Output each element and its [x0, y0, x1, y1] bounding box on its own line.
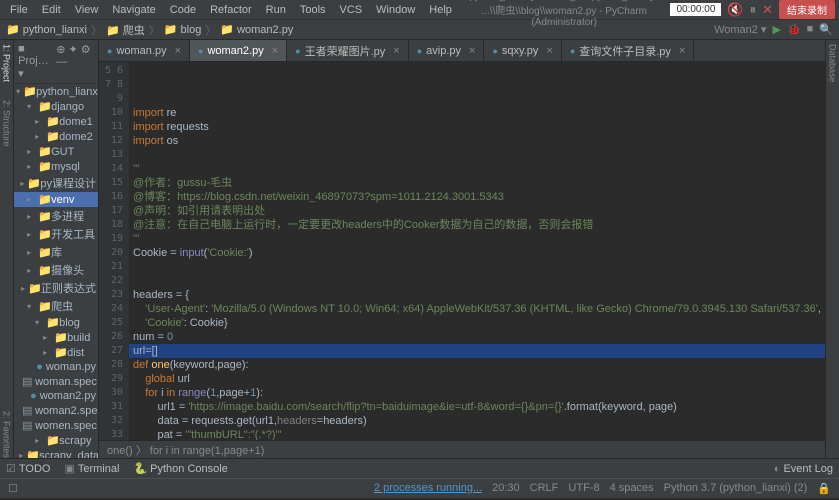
tree-item[interactable]: ▸📁dist [14, 345, 98, 360]
interpreter[interactable]: Python 3.7 (python_lianxi) (2) [664, 482, 808, 495]
main-area: 1: Project 2: Structure 2: Favorites ■ P… [0, 40, 839, 458]
editor: ●woman.py×●woman2.py×●王者荣耀图片.py×●avip.py… [99, 40, 825, 458]
tree-item[interactable]: ▤woman.spec [14, 374, 98, 389]
pause-icon[interactable]: ⏸ [750, 2, 757, 18]
debug-icon[interactable]: 🐞 [787, 23, 801, 36]
menu-file[interactable]: File [4, 2, 34, 18]
indent[interactable]: 4 spaces [610, 482, 654, 495]
close-tab-icon[interactable]: × [175, 45, 181, 57]
menu-tools[interactable]: Tools [294, 2, 332, 18]
project-tool-tab[interactable]: 1: Project [2, 44, 12, 82]
menu-window[interactable]: Window [370, 2, 421, 18]
tree-item[interactable]: ▸📁多进程 [14, 207, 98, 225]
tree-item[interactable]: ▤women.spec [14, 418, 98, 433]
tree-item[interactable]: ▸📁scrapy_data [14, 448, 98, 458]
status-icon[interactable]: ☐ [8, 482, 18, 495]
menu-vcs[interactable]: VCS [334, 2, 369, 18]
recording-controls: 00:00:00 🔇 ⏸ ✕ 结束录制 [670, 0, 835, 19]
menu-run[interactable]: Run [260, 2, 292, 18]
menu-navigate[interactable]: Navigate [106, 2, 161, 18]
tree-item[interactable]: ▸📁正则表达式 [14, 279, 98, 297]
close-tab-icon[interactable]: × [546, 45, 552, 57]
rec-timer: 00:00:00 [670, 3, 721, 16]
tree-item[interactable]: ▸📁py课程设计 [14, 174, 98, 192]
search-icon[interactable]: 🔍 [819, 23, 833, 36]
tree-item[interactable]: ▸📁venv [14, 192, 98, 207]
run-config[interactable]: Woman2 ▾ ▶ 🐞 ■ 🔍 [714, 23, 833, 36]
editor-tab[interactable]: ●王者荣耀图片.py× [287, 40, 409, 61]
editor-tab[interactable]: ●sqxy.py× [484, 40, 561, 61]
editor-tabs: ●woman.py×●woman2.py×●王者荣耀图片.py×●avip.py… [99, 40, 825, 62]
gutter: 5 6 7 8 9 10 11 12 13 14 15 16 17 18 19 … [99, 62, 129, 440]
tree-item[interactable]: ▸📁摄像头 [14, 261, 98, 279]
editor-tab[interactable]: ●woman2.py× [190, 40, 287, 61]
line-sep[interactable]: CRLF [530, 482, 559, 495]
terminal-tab[interactable]: ▣Terminal [64, 462, 119, 475]
menu-refactor[interactable]: Refactor [204, 2, 258, 18]
breadcrumb-bar: 📁 python_lianxi〉📁 爬虫〉📁 blog〉📁 woman2.py … [0, 20, 839, 40]
tree-item[interactable]: ▸📁scrapy [14, 433, 98, 448]
lock-icon[interactable]: 🔒 [817, 482, 831, 495]
menu-edit[interactable]: Edit [36, 2, 67, 18]
tree-title[interactable]: ■ Proj… ▾ [18, 43, 56, 80]
todo-tab[interactable]: ☑TODO [6, 462, 50, 475]
left-tool-tabs: 1: Project 2: Structure 2: Favorites [0, 40, 14, 458]
menu-view[interactable]: View [69, 2, 105, 18]
tree-item[interactable]: ▸📁dome2 [14, 129, 98, 144]
tree-root[interactable]: ▾📁python_lianxi E:\\zhao_s [14, 84, 98, 99]
encoding[interactable]: UTF-8 [568, 482, 599, 495]
breadcrumb[interactable]: 📁 python_lianxi〉📁 爬虫〉📁 blog〉📁 woman2.py [6, 22, 293, 38]
status-bar: ☐ 2 processes running... 20:30 CRLF UTF-… [0, 478, 839, 498]
mute-icon[interactable]: 🔇 [727, 2, 743, 18]
close-tab-icon[interactable]: × [272, 45, 278, 57]
tree-tools[interactable]: ⊕ ✦ ⚙ — [56, 43, 94, 80]
close-rec-icon[interactable]: ✕ [762, 2, 773, 18]
tree-item[interactable]: ●woman2.py [14, 389, 98, 403]
stop-record-button[interactable]: 结束录制 [779, 0, 835, 19]
tree-item[interactable]: ▸📁mysql [14, 159, 98, 174]
python-console-tab[interactable]: 🐍Python Console [133, 462, 227, 475]
tree-item[interactable]: ▾📁爬虫 [14, 297, 98, 315]
tree-item[interactable]: ▾📁django [14, 99, 98, 114]
editor-tab[interactable]: ●查询文件子目录.py× [562, 40, 695, 61]
close-tab-icon[interactable]: × [393, 45, 399, 57]
code-area[interactable]: 5 6 7 8 9 10 11 12 13 14 15 16 17 18 19 … [99, 62, 825, 440]
tree-item[interactable]: ▾📁blog [14, 315, 98, 330]
structure-tool-tab[interactable]: 2: Structure [2, 100, 12, 147]
run-icon[interactable]: ▶ [772, 23, 780, 36]
tree-item[interactable]: ▸📁开发工具 [14, 225, 98, 243]
code-content[interactable]: import re import requests import os ''' … [129, 62, 825, 440]
tree-item[interactable]: ▸📁GUT [14, 144, 98, 159]
tree-item[interactable]: ▸📁库 [14, 243, 98, 261]
tree-header: ■ Proj… ▾ ⊕ ✦ ⚙ — [14, 40, 98, 84]
event-log-tab[interactable]: ◐Event Log [774, 463, 833, 475]
tree-item[interactable]: ▸📁dome1 [14, 114, 98, 129]
menu-help[interactable]: Help [423, 2, 458, 18]
bottom-tool-tabs: ☑TODO ▣Terminal 🐍Python Console ◐Event L… [0, 458, 839, 478]
close-tab-icon[interactable]: × [679, 45, 685, 57]
project-tree[interactable]: ■ Proj… ▾ ⊕ ✦ ⚙ — ▾📁python_lianxi E:\\zh… [14, 40, 99, 458]
code-breadcrumb[interactable]: one() 〉 for i in range(1,page+1) [99, 440, 825, 458]
editor-tab[interactable]: ●avip.py× [409, 40, 485, 61]
menu-code[interactable]: Code [164, 2, 202, 18]
tree-item[interactable]: ▸📁build [14, 330, 98, 345]
tree-item[interactable]: ▤woman2.spec [14, 403, 98, 418]
caret-pos[interactable]: 20:30 [492, 482, 520, 495]
editor-tab[interactable]: ●woman.py× [99, 40, 190, 61]
window-title: python_lianxi [E:\\zhao_sir\\python_lian… [458, 0, 671, 28]
processes-link[interactable]: 2 processes running... [374, 482, 482, 495]
stop-icon[interactable]: ■ [807, 23, 814, 36]
right-tool-tabs: Database [825, 40, 839, 458]
titlebar: FileEditViewNavigateCodeRefactorRunTools… [0, 0, 839, 20]
close-tab-icon[interactable]: × [469, 45, 475, 57]
main-menu: FileEditViewNavigateCodeRefactorRunTools… [4, 2, 458, 18]
favorites-tool-tab[interactable]: 2: Favorites [2, 411, 12, 458]
tree-item[interactable]: ●woman.py [14, 360, 98, 374]
database-tool-tab[interactable]: Database [827, 44, 837, 83]
